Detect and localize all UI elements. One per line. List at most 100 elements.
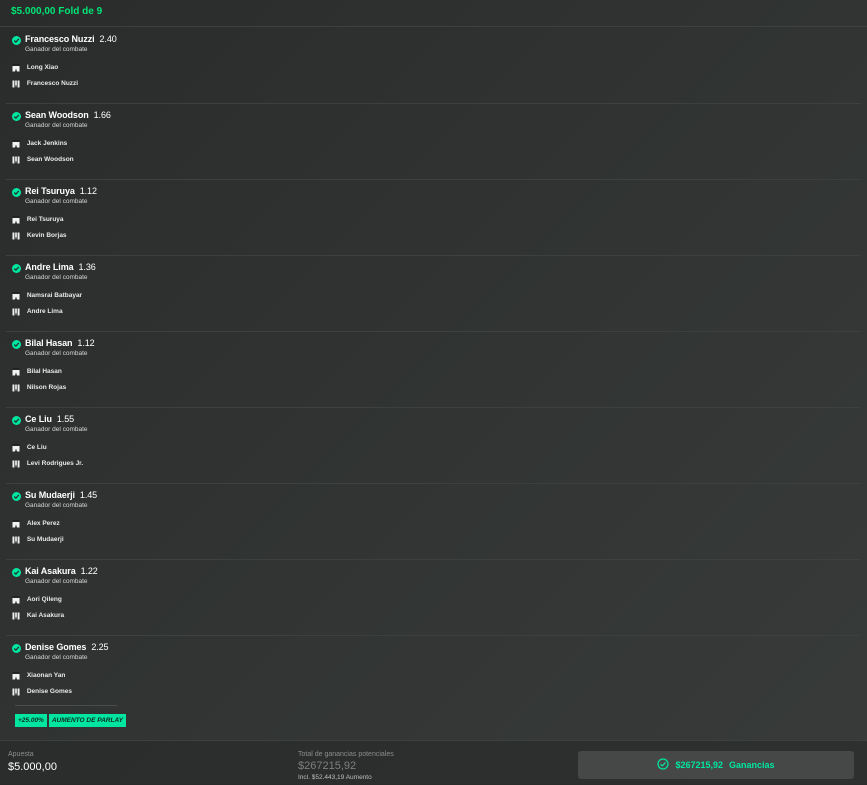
selection-odds: 1.55 <box>56 414 75 424</box>
fighter-shorts-striped-icon <box>12 308 20 316</box>
check-circle-icon <box>12 112 21 121</box>
bet-leg: Bilal Hasan 1.12 Ganador del combate Bila… <box>6 332 861 408</box>
team-row-2: Sean Woodson <box>12 155 74 165</box>
fighter-shorts-striped-icon <box>12 384 20 392</box>
team-1-name: Aori Qileng <box>26 596 62 603</box>
team-1-name: Namsrai Batbayar <box>26 292 83 299</box>
fighter-shorts-striped-icon <box>12 232 20 240</box>
boost-label: AUMENTO DE PARLAY <box>48 714 126 727</box>
team-2-name: Kai Asakura <box>26 612 65 619</box>
team-row-1: Ce Liu <box>12 443 47 453</box>
fighter-shorts-icon <box>12 292 20 300</box>
team-row-1: Long Xiao <box>12 63 58 73</box>
team-2-name: Denise Gomes <box>26 688 72 695</box>
fighter-shorts-striped-icon <box>12 536 20 544</box>
market-label: Ganador del combate <box>25 426 88 433</box>
team-1-name: Xiaonan Yan <box>26 672 66 679</box>
winnings-label: Ganancias <box>729 760 775 770</box>
selection-odds: 1.12 <box>77 338 95 348</box>
fighter-shorts-striped-icon <box>12 460 20 468</box>
team-2-name: Levi Rodrigues Jr. <box>26 460 84 467</box>
market-label: Ganador del combate <box>25 350 88 357</box>
fighter-shorts-striped-icon <box>12 156 20 164</box>
bet-leg: Francesco Nuzzi 2.40 Ganador del combate … <box>6 28 861 104</box>
check-circle-icon <box>12 188 21 197</box>
team-2-name: Su Mudaerji <box>26 536 64 543</box>
team-1-name: Ce Liu <box>26 444 47 451</box>
team-row-2: Denise Gomes <box>12 687 72 697</box>
fighter-shorts-icon <box>12 368 20 376</box>
bet-leg: Andre Lima 1.36 Ganador del combate Namsr… <box>6 256 861 332</box>
fighter-shorts-icon <box>12 444 20 452</box>
selection-odds: 1.66 <box>93 110 111 120</box>
bet-footer: Apuesta $5.000,00 Total de ganancias pot… <box>0 740 867 785</box>
team-row-2: Su Mudaerji <box>12 535 64 545</box>
parlay-boost-badge: +25.00% AUMENTO DE PARLAY <box>15 714 126 727</box>
market-label: Ganador del combate <box>25 502 88 509</box>
market-label: Ganador del combate <box>25 578 88 585</box>
market-label: Ganador del combate <box>25 46 88 53</box>
boost-percent: +25.00% <box>15 714 47 727</box>
selection-name: Francesco Nuzzi <box>25 34 95 44</box>
selection-odds: 1.12 <box>79 186 97 196</box>
bet-leg: Ce Liu 1.55 Ganador del combate Ce Liu Le… <box>6 408 861 484</box>
team-1-name: Long Xiao <box>26 64 59 71</box>
team-row-2: Kevin Borjas <box>12 231 67 241</box>
selection-odds: 1.45 <box>79 490 98 500</box>
fighter-shorts-striped-icon <box>12 612 20 620</box>
bet-legs-list: Francesco Nuzzi 2.40 Ganador del combate … <box>0 28 861 711</box>
potential-winnings-label: Total de ganancias potenciales <box>298 751 394 758</box>
team-2-name: Kevin Borjas <box>26 232 67 239</box>
bet-leg: Rei Tsuruya 1.12 Ganador del combate Rei … <box>6 180 861 256</box>
selection-name: Ce Liu <box>25 414 52 424</box>
team-1-name: Alex Perez <box>26 520 60 527</box>
selection: Denise Gomes 2.25 <box>25 642 109 652</box>
team-row-2: Nilson Rojas <box>12 383 66 393</box>
bet-leg: Su Mudaerji 1.45 Ganador del combate Alex… <box>6 484 861 560</box>
market-label: Ganador del combate <box>25 274 88 281</box>
team-2-name: Francesco Nuzzi <box>26 80 79 87</box>
check-circle-outline-icon <box>657 758 670 772</box>
selection: Rei Tsuruya 1.12 <box>25 186 97 196</box>
selection: Ce Liu 1.55 <box>25 414 74 424</box>
check-circle-icon <box>12 264 21 273</box>
fighter-shorts-icon <box>12 216 20 224</box>
selection-name: Rei Tsuruya <box>25 186 75 196</box>
market-label: Ganador del combate <box>25 198 88 205</box>
fighter-shorts-icon <box>12 64 20 72</box>
team-row-1: Alex Perez <box>12 519 60 529</box>
check-circle-icon <box>12 416 21 425</box>
team-row-1: Jack Jenkins <box>12 139 67 149</box>
selection-name: Kai Asakura <box>25 566 76 576</box>
divider <box>15 705 117 706</box>
team-row-2: Francesco Nuzzi <box>12 79 78 89</box>
team-row-1: Bilal Hasan <box>12 367 62 377</box>
fighter-shorts-striped-icon <box>12 688 20 696</box>
team-row-1: Rei Tsuruya <box>12 215 64 225</box>
selection-odds: 1.36 <box>78 262 96 272</box>
bet-leg: Kai Asakura 1.22 Ganador del combate Aori… <box>6 560 861 636</box>
selection-odds: 2.25 <box>91 642 109 652</box>
check-circle-icon <box>12 492 21 501</box>
selection: Sean Woodson 1.66 <box>25 110 111 120</box>
winnings-amount: $267215,92 <box>675 760 724 770</box>
team-row-2: Levi Rodrigues Jr. <box>12 459 83 469</box>
fighter-shorts-icon <box>12 596 20 604</box>
potential-winnings-boost-note: Incl. $52.443,19 Aumento <box>298 774 372 781</box>
potential-winnings-value: $267215,92 <box>298 760 357 772</box>
team-row-1: Namsrai Batbayar <box>12 291 82 301</box>
selection-name: Sean Woodson <box>25 110 89 120</box>
fighter-shorts-icon <box>12 140 20 148</box>
fighter-shorts-icon <box>12 672 20 680</box>
fighter-shorts-icon <box>12 520 20 528</box>
selection: Su Mudaerji 1.45 <box>25 490 97 500</box>
selection: Andre Lima 1.36 <box>25 262 96 272</box>
check-circle-icon <box>12 644 21 653</box>
team-row-2: Andre Lima <box>12 307 63 317</box>
team-2-name: Sean Woodson <box>26 156 74 163</box>
team-1-name: Jack Jenkins <box>26 140 68 147</box>
market-label: Ganador del combate <box>25 122 88 129</box>
selection: Kai Asakura 1.22 <box>25 566 98 576</box>
team-1-name: Bilal Hasan <box>26 368 62 375</box>
winnings-button[interactable]: $267215,92 Ganancias <box>578 751 854 779</box>
